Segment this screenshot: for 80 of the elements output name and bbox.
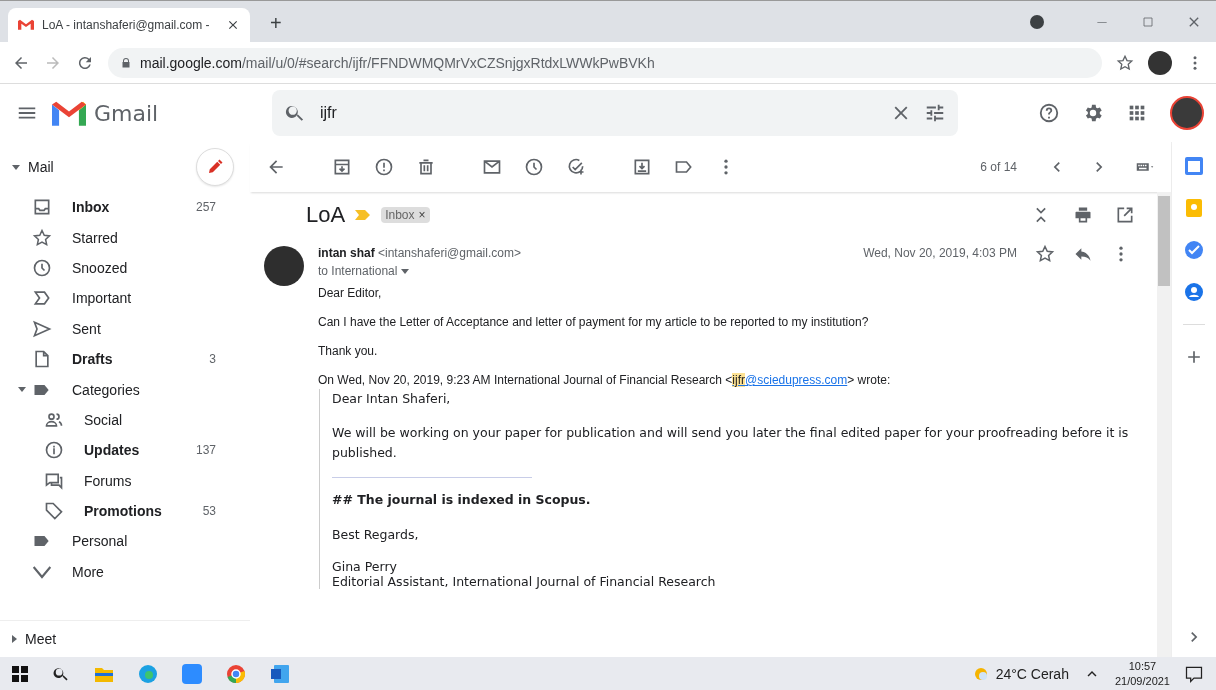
star-icon[interactable]: [1035, 244, 1055, 264]
new-window-icon[interactable]: [1115, 205, 1135, 225]
delete-icon[interactable]: [416, 157, 436, 177]
quoted-paragraph: Best Regards,: [332, 525, 420, 544]
clock[interactable]: 10:57 21/09/2021: [1114, 659, 1170, 688]
new-tab-button[interactable]: +: [264, 11, 288, 36]
filter-options-icon[interactable]: [924, 102, 946, 124]
star-icon: [32, 227, 52, 248]
clock-icon: [32, 257, 52, 278]
send-icon: [32, 318, 52, 339]
sidebar-item[interactable]: Drafts 3: [0, 343, 240, 375]
profile-avatar[interactable]: [1148, 50, 1172, 75]
email-subject: LoA: [306, 202, 346, 228]
quote-attribution: On Wed, Nov 20, 2019, 9:23 AM International Journal of Financial Research <ijfr@sciedupress.com> wrote:: [318, 373, 892, 387]
weather-text[interactable]: 24°C Cerah: [995, 665, 1069, 682]
tag-icon: [44, 501, 64, 522]
lock-icon: [120, 56, 132, 69]
sidebar-item[interactable]: Promotions 53: [0, 495, 240, 527]
sidebar-item[interactable]: Snoozed: [0, 252, 240, 284]
message-paragraph: Thank you.: [318, 344, 379, 358]
contact-icon[interactable]: [1184, 282, 1204, 302]
account-avatar[interactable]: [1170, 96, 1204, 130]
sidebar-item[interactable]: Important: [0, 283, 240, 314]
quoted-paragraph: Dear Intan Shaferi,: [332, 390, 452, 408]
check-circle-icon[interactable]: [1184, 240, 1204, 260]
gmail-logo-icon: [52, 100, 86, 126]
help-icon[interactable]: [1038, 102, 1060, 124]
compose-button[interactable]: [196, 148, 234, 186]
message-paragraph: Can I have the Letter of Acceptance and letter of payment for my article to be reported to my institution?: [318, 315, 870, 329]
scrollbar[interactable]: [1157, 192, 1171, 657]
star-icon[interactable]: [1116, 53, 1134, 72]
add-task-icon[interactable]: [566, 157, 586, 177]
move-to-icon[interactable]: [632, 157, 652, 177]
signature-line: Gina Perry: [332, 558, 398, 574]
message-date: Wed, Nov 20, 2019, 4:03 PM: [863, 246, 1017, 260]
mail-logo-icon: [18, 19, 34, 31]
message-paragraph: Dear Editor,: [318, 286, 383, 300]
sidebar-item[interactable]: Categories: [0, 374, 240, 405]
expand-arrow-icon[interactable]: [18, 387, 26, 393]
sidebar-item[interactable]: Updates 137: [0, 435, 240, 466]
info-icon: [44, 440, 64, 461]
signature-line: Editorial Assistant, International Journal of Financial Research: [332, 573, 717, 589]
recipients-dropdown[interactable]: to International: [318, 264, 410, 278]
quoted-heading: ## The journal is indexed in Scopus.: [332, 491, 592, 510]
sidebar-item[interactable]: Social: [0, 404, 240, 436]
windows-start-icon[interactable]: [12, 665, 28, 682]
message-counter: 6 of 14: [980, 160, 1017, 174]
importance-marker-icon[interactable]: [355, 209, 372, 221]
document-icon: [32, 349, 52, 370]
sidebar-item[interactable]: Personal: [0, 526, 240, 557]
sidebar-item[interactable]: Starred: [0, 222, 240, 253]
word-document-icon[interactable]: [270, 663, 290, 684]
inbox-icon: [32, 197, 52, 218]
sidebar-item[interactable]: Sent: [0, 313, 240, 344]
report-spam-icon[interactable]: [374, 157, 394, 177]
address-field[interactable]: mail.google.com/mail/u/0/#search/ijfr/FFNDWMQMrVxCZSnjgxRtdxLWWkPwBVKh: [108, 47, 1102, 78]
sidebar-item[interactable]: More: [0, 556, 240, 588]
close-icon[interactable]: [226, 18, 240, 32]
sender-avatar: [264, 246, 304, 286]
chrome-icon[interactable]: [226, 663, 246, 684]
search-field[interactable]: ijfr: [318, 103, 878, 123]
email-link[interactable]: ijfr@sciedupress.com: [732, 373, 848, 387]
meet-section-toggle[interactable]: Meet: [12, 631, 57, 647]
app-name: Gmail: [94, 100, 159, 126]
profile-dot-icon[interactable]: [1030, 14, 1044, 29]
print-icon[interactable]: [1073, 205, 1093, 225]
envelope-icon[interactable]: [482, 157, 502, 177]
label-chip: Inbox ×: [381, 207, 430, 223]
pencil-icon: [206, 158, 224, 176]
mail-section-toggle[interactable]: Mail: [12, 159, 54, 175]
remove-label-button[interactable]: ×: [418, 208, 426, 222]
clock-icon[interactable]: [524, 157, 544, 177]
search-bar[interactable]: ijfr: [272, 90, 958, 136]
sender-name: intan shaf: [318, 246, 375, 260]
quoted-paragraph: We will be working on your paper for publication and will send you later the final edited paper for your proofreading before it is published.: [332, 424, 1130, 462]
sender-email: <intanshaferi@gmail.com>: [378, 246, 521, 260]
browser-tab[interactable]: LoA - intanshaferi@gmail.com -: [8, 8, 250, 42]
sidebar-item[interactable]: Inbox 257: [0, 192, 240, 223]
sidebar-item[interactable]: Forums: [0, 465, 240, 496]
archive-icon[interactable]: [332, 157, 352, 177]
